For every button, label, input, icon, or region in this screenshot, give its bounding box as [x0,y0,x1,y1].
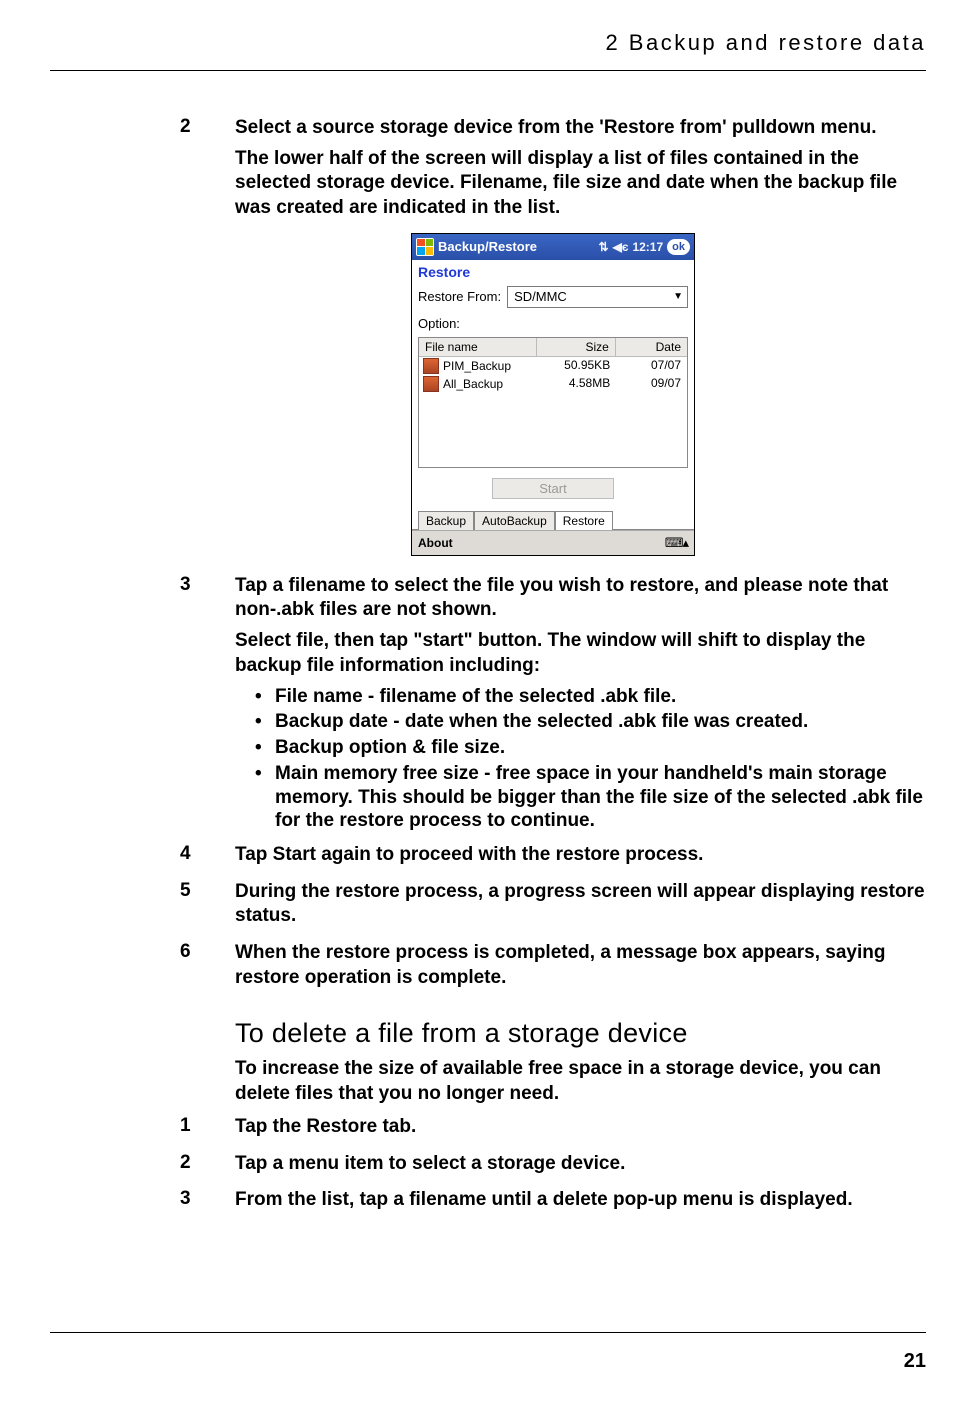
file-row[interactable]: All_Backup 4.58MB 09/07 [419,375,687,393]
tab-backup[interactable]: Backup [418,511,474,530]
step-body: Tap Start again to proceed with the rest… [235,843,926,874]
step-body: From the list, tap a filename until a de… [235,1188,926,1219]
restore-from-label: Restore From: [418,289,501,304]
ok-button[interactable]: ok [667,239,690,255]
app-title: Backup/Restore [438,239,537,254]
page-number: 21 [904,1350,926,1373]
step-number: 5 [180,880,235,935]
step-number: 1 [180,1115,235,1146]
col-header-size[interactable]: Size [537,338,616,356]
file-list: File name Size Date PIM_Backup 50.95KB 0… [418,337,688,468]
backup-file-icon [423,358,439,374]
step-number: 2 [180,116,235,227]
clock: 12:17 [632,240,663,254]
tab-bar: Backup AutoBackup Restore [412,507,694,530]
backup-file-icon [423,376,439,392]
file-date: 09/07 [616,376,687,392]
bottom-bar: About ⌨▴ [412,530,694,555]
bullet-item: File name - filename of the selected .ab… [255,685,926,709]
running-header: 2 Backup and restore data [50,30,926,56]
start-button[interactable]: Start [492,478,614,499]
tab-autobackup[interactable]: AutoBackup [474,511,555,530]
step-text: Tap Start again to proceed with the rest… [235,843,926,868]
header-rule [50,70,926,71]
col-header-name[interactable]: File name [419,338,537,356]
file-date: 07/07 [616,358,687,374]
chevron-down-icon: ▼ [673,291,683,302]
file-name: All_Backup [443,377,503,391]
file-size: 4.58MB [538,376,616,392]
bullet-item: Backup option & file size. [255,736,926,760]
body-content: 2 Select a source storage device from th… [50,116,926,1219]
step-number: 6 [180,941,235,996]
keyboard-icon[interactable]: ⌨▴ [665,535,688,551]
delete-step-1: 1 Tap the Restore tab. [180,1115,926,1146]
step-body: Tap a filename to select the file you wi… [235,574,926,837]
step-text: Select a source storage device from the … [235,116,926,141]
file-row[interactable]: PIM_Backup 50.95KB 07/07 [419,357,687,375]
section-description: To increase the size of available free s… [235,1057,926,1106]
step-text: From the list, tap a filename until a de… [235,1188,926,1213]
step-body: When the restore process is completed, a… [235,941,926,996]
step-text: The lower half of the screen will displa… [235,147,926,221]
step-3: 3 Tap a filename to select the file you … [180,574,926,837]
connectivity-icon[interactable]: ⇅ [599,240,609,254]
step-body: Tap a menu item to select a storage devi… [235,1152,926,1183]
start-flag-icon[interactable] [416,238,434,256]
step-body: Tap the Restore tab. [235,1115,926,1146]
col-header-date[interactable]: Date [616,338,687,356]
step-body: During the restore process, a progress s… [235,880,926,935]
page: 2 Backup and restore data 2 Select a sou… [0,0,976,1401]
step-number: 4 [180,843,235,874]
about-menu[interactable]: About [418,536,453,550]
step-2: 2 Select a source storage device from th… [180,116,926,227]
dropdown-value: SD/MMC [514,289,567,304]
step-text: Tap a filename to select the file you wi… [235,574,926,623]
step-number: 3 [180,1188,235,1219]
restore-from-row: Restore From: SD/MMC ▼ [412,282,694,312]
step-6: 6 When the restore process is completed,… [180,941,926,996]
embedded-screenshot: Backup/Restore ⇅ ◀є 12:17 ok Restore Res… [180,233,926,556]
delete-step-3: 3 From the list, tap a filename until a … [180,1188,926,1219]
file-rows: PIM_Backup 50.95KB 07/07 All_Backup 4.58… [419,357,687,467]
step-text: When the restore process is completed, a… [235,941,926,990]
file-name: PIM_Backup [443,359,511,373]
title-bar: Backup/Restore ⇅ ◀є 12:17 ok [412,234,694,260]
option-label: Option: [418,316,460,331]
step-text: Tap the Restore tab. [235,1115,926,1140]
bullet-item: Main memory free size - free space in yo… [255,762,926,833]
step-number: 3 [180,574,235,837]
file-list-header: File name Size Date [419,338,687,357]
footer-rule [50,1332,926,1333]
device-frame: Backup/Restore ⇅ ◀є 12:17 ok Restore Res… [411,233,695,556]
step-body: Select a source storage device from the … [235,116,926,227]
section-heading: To delete a file from a storage device [235,1018,926,1049]
tab-restore[interactable]: Restore [555,511,613,530]
step-text: During the restore process, a progress s… [235,880,926,929]
restore-from-dropdown[interactable]: SD/MMC ▼ [507,286,688,308]
step-text: Select file, then tap "start" button. Th… [235,629,926,678]
volume-icon[interactable]: ◀є [613,240,629,254]
step-5: 5 During the restore process, a progress… [180,880,926,935]
step-number: 2 [180,1152,235,1183]
delete-step-2: 2 Tap a menu item to select a storage de… [180,1152,926,1183]
screen-heading: Restore [412,260,694,282]
file-size: 50.95KB [538,358,616,374]
bullet-item: Backup date - date when the selected .ab… [255,710,926,734]
step-4: 4 Tap Start again to proceed with the re… [180,843,926,874]
option-row: Option: [412,312,694,335]
step-text: Tap a menu item to select a storage devi… [235,1152,926,1177]
start-button-row: Start [412,474,694,507]
bullet-list: File name - filename of the selected .ab… [235,685,926,834]
